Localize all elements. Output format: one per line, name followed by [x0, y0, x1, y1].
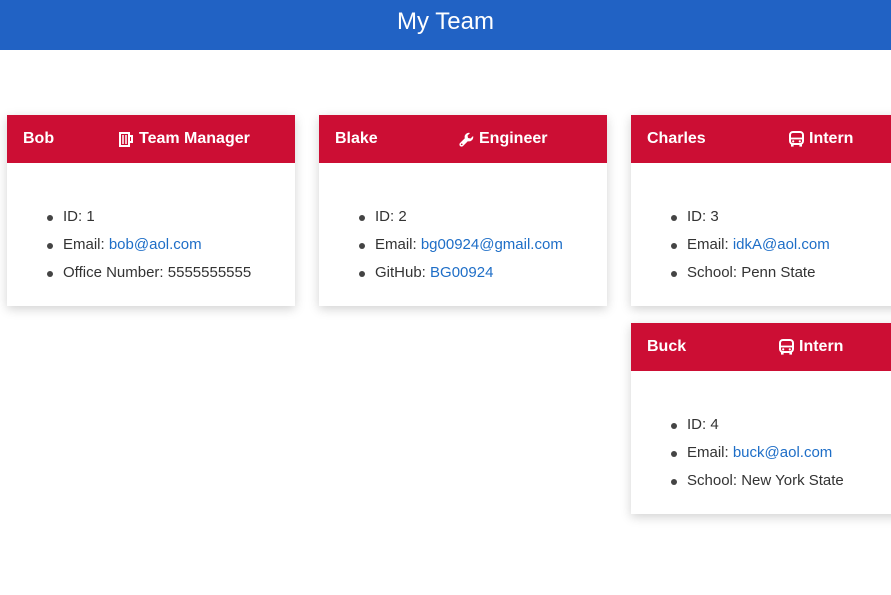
id-label: ID: [63, 208, 87, 225]
email-link[interactable]: buck@aol.com [733, 444, 832, 461]
employee-card-manager: Bob Team Manager ID: 1 Email: bob@aol.co… [7, 115, 295, 306]
employee-role-label: Intern [809, 130, 854, 147]
id-label: ID: [375, 208, 399, 225]
github-label: GitHub: [375, 264, 431, 281]
page-header: My Team [0, 0, 891, 50]
employee-email: Email: buck@aol.com [671, 439, 891, 467]
employee-name: Blake [335, 130, 378, 147]
id-value: 1 [86, 208, 95, 225]
employee-email: Email: bg00924@gmail.com [359, 231, 591, 259]
employee-school: School: New York State [671, 467, 891, 495]
id-label: ID: [687, 416, 711, 433]
email-link[interactable]: bg00924@gmail.com [421, 236, 563, 253]
employee-role: Intern [778, 323, 843, 371]
card-header: Buck Intern [631, 323, 891, 371]
bus-icon [788, 131, 804, 147]
employee-name: Buck [647, 338, 687, 355]
employee-email: Email: bob@aol.com [47, 231, 279, 259]
school-label: School: [687, 472, 742, 489]
employee-office-number: Office Number: 5555555555 [47, 259, 279, 287]
id-value: 3 [710, 208, 719, 225]
employee-details-list: ID: 3 Email: idkA@aol.com School: Penn S… [671, 203, 891, 287]
employee-details-list: ID: 2 Email: bg00924@gmail.com GitHub: B… [359, 203, 591, 287]
employee-role: Team Manager [118, 115, 250, 163]
employee-name: Bob [23, 130, 55, 147]
card-body: ID: 4 Email: buck@aol.com School: New Yo… [631, 371, 891, 515]
github-link[interactable]: BG00924 [430, 264, 493, 281]
office-number-value: 5555555555 [167, 264, 252, 281]
email-link[interactable]: idkA@aol.com [733, 236, 830, 253]
mug-icon [118, 131, 134, 147]
employee-email: Email: idkA@aol.com [671, 231, 891, 259]
employee-role: Intern [788, 115, 853, 163]
school-value: New York State [741, 472, 844, 489]
card-body: ID: 1 Email: bob@aol.com Office Number: … [7, 163, 295, 307]
email-link[interactable]: bob@aol.com [109, 236, 202, 253]
bus-icon [778, 339, 794, 355]
employee-id: ID: 4 [671, 411, 891, 439]
school-label: School: [687, 264, 742, 281]
employee-card-intern: Charles Intern ID: 3 Email: idkA@aol.com… [631, 115, 891, 306]
employee-card-intern: Buck Intern ID: 4 Email: buck@aol.com Sc… [631, 323, 891, 514]
email-label: Email: [687, 236, 733, 253]
employee-id: ID: 2 [359, 203, 591, 231]
card-header: Blake Engineer [319, 115, 607, 163]
employee-role-label: Intern [799, 338, 844, 355]
employee-github: GitHub: BG00924 [359, 259, 591, 287]
employee-id: ID: 3 [671, 203, 891, 231]
email-label: Email: [63, 236, 109, 253]
card-body: ID: 3 Email: idkA@aol.com School: Penn S… [631, 163, 891, 307]
page-title: My Team [397, 8, 494, 35]
wrench-icon [458, 131, 474, 147]
employee-name: Charles [647, 130, 706, 147]
office-number-label: Office Number: [63, 264, 168, 281]
employee-school: School: Penn State [671, 259, 891, 287]
employee-role-label: Team Manager [139, 130, 250, 147]
id-value: 4 [710, 416, 719, 433]
email-label: Email: [687, 444, 733, 461]
id-label: ID: [687, 208, 711, 225]
employee-card-engineer: Blake Engineer ID: 2 Email: bg00924@gmai… [319, 115, 607, 306]
card-header: Charles Intern [631, 115, 891, 163]
card-header: Bob Team Manager [7, 115, 295, 163]
employee-role: Engineer [458, 115, 547, 163]
employee-role-label: Engineer [479, 130, 548, 147]
id-value: 2 [398, 208, 407, 225]
school-value: Penn State [741, 264, 816, 281]
employee-details-list: ID: 4 Email: buck@aol.com School: New Yo… [671, 411, 891, 495]
email-label: Email: [375, 236, 421, 253]
employee-id: ID: 1 [47, 203, 279, 231]
employee-details-list: ID: 1 Email: bob@aol.com Office Number: … [47, 203, 279, 287]
card-body: ID: 2 Email: bg00924@gmail.com GitHub: B… [319, 163, 607, 307]
